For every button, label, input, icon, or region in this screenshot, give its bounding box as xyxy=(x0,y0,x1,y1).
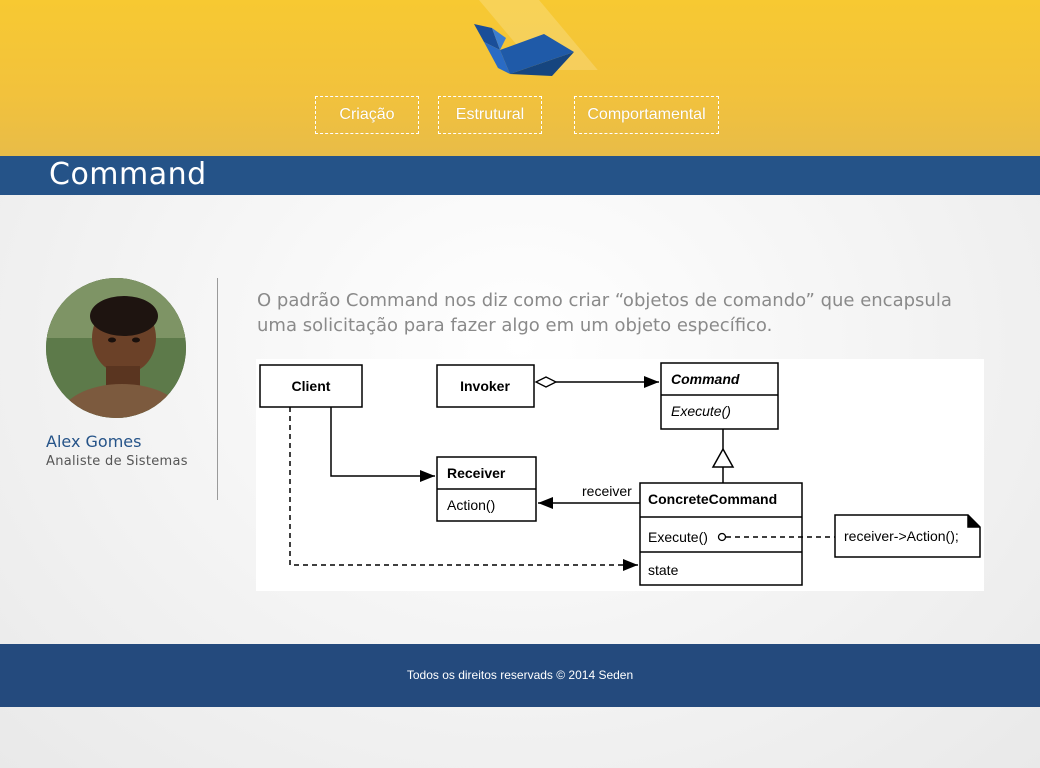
command-uml-svg: Client Invoker Command Execute() Receive… xyxy=(259,362,981,586)
site-header: Criação Estrutural Comportamental xyxy=(0,0,1040,156)
receiver-association-label: receiver xyxy=(582,483,632,499)
vertical-divider xyxy=(217,278,218,500)
page-title: Command xyxy=(49,157,207,192)
main-nav: Criação Estrutural Comportamental xyxy=(0,96,1040,134)
author-role: Analiste de Sistemas xyxy=(46,454,188,469)
uml-diagram: Client Invoker Command Execute() Receive… xyxy=(256,359,984,591)
pattern-description: O padrão Command nos diz como criar “obj… xyxy=(257,290,952,336)
command-label: Command xyxy=(671,371,740,387)
copyright-text: Todos os direitos reservads © 2014 Seden xyxy=(406,668,634,682)
note-text: receiver->Action(); xyxy=(844,528,959,544)
concrete-state-label: state xyxy=(648,562,679,578)
receiver-action-label: Action() xyxy=(447,497,495,513)
command-execute-label: Execute() xyxy=(671,403,731,419)
client-label: Client xyxy=(292,378,331,394)
author-card: Alex Gomes Analiste de Sistemas xyxy=(46,278,196,469)
nav-estrutural-button[interactable]: Estrutural xyxy=(438,96,542,134)
origami-bird-logo-icon[interactable] xyxy=(470,20,574,76)
concrete-command-label: ConcreteCommand xyxy=(648,491,777,507)
author-avatar xyxy=(46,278,186,418)
author-name: Alex Gomes xyxy=(46,432,142,451)
nav-criacao-button[interactable]: Criação xyxy=(315,96,419,134)
concrete-execute-label: Execute() xyxy=(648,529,708,545)
page-title-bar: Command xyxy=(0,156,1040,195)
nav-comportamental-button[interactable]: Comportamental xyxy=(574,96,719,134)
invoker-label: Invoker xyxy=(460,378,510,394)
author-photo-image xyxy=(46,278,186,418)
site-footer: Todos os direitos reservads © 2014 Seden xyxy=(0,644,1040,707)
receiver-label: Receiver xyxy=(447,465,506,481)
